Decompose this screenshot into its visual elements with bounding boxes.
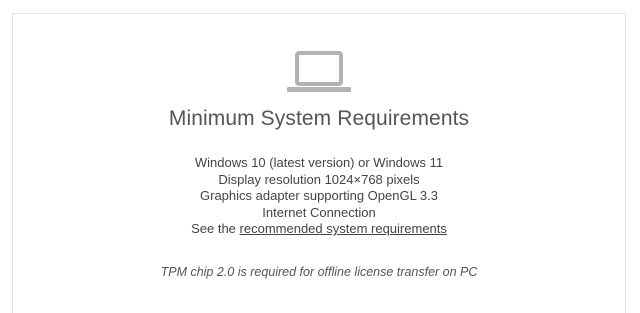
requirement-graphics: Graphics adapter supporting OpenGL 3.3 [200, 188, 438, 203]
system-requirements-card: Minimum System Requirements Windows 10 (… [12, 13, 626, 313]
requirement-internet: Internet Connection [262, 204, 376, 220]
requirements-list: Windows 10 (latest version) or Windows 1… [13, 155, 625, 238]
recommended-requirements-link[interactable]: recommended system requirements [240, 221, 447, 236]
section-title: Minimum System Requirements [168, 107, 470, 130]
laptop-icon-container [13, 50, 625, 96]
tpm-note: TPM chip 2.0 is required for offline lic… [160, 265, 478, 279]
recommended-prefix: See the [191, 221, 240, 236]
laptop-icon [287, 51, 351, 92]
recommended-line: See the recommended system requirements [13, 221, 625, 238]
requirement-display: Display resolution 1024×768 pixels [218, 171, 420, 187]
requirement-os: Windows 10 (latest version) or Windows 1… [194, 155, 444, 170]
